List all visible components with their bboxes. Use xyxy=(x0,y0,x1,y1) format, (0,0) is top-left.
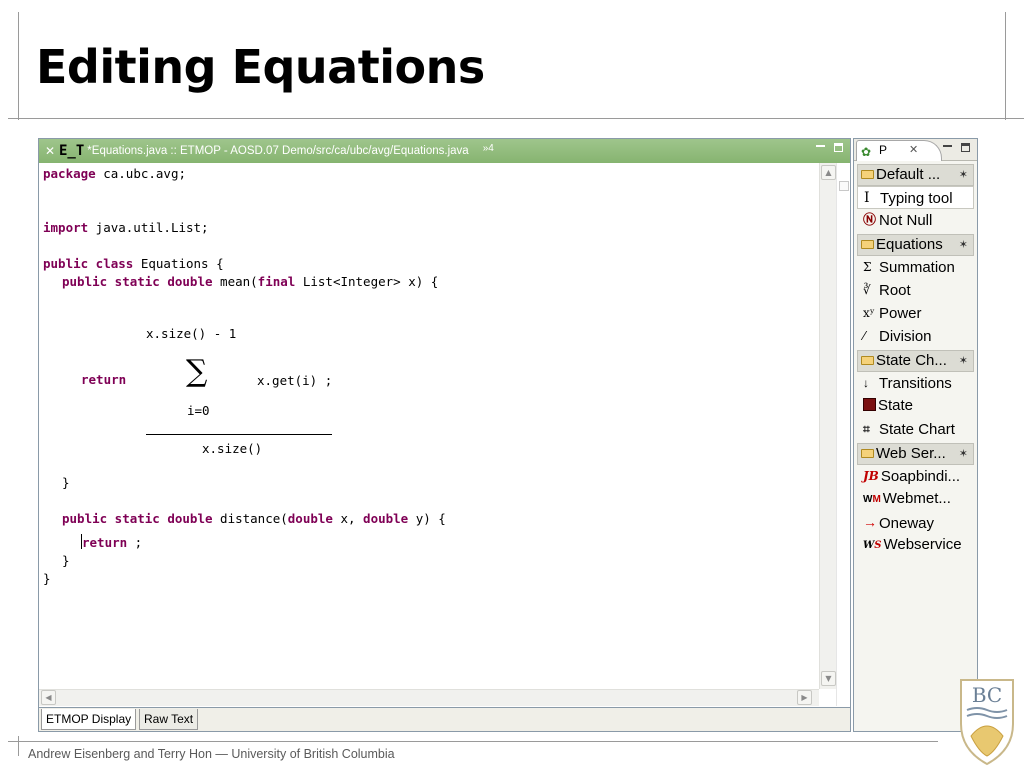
close-icon[interactable]: ✕ xyxy=(909,141,918,160)
palette-icon: ✿ xyxy=(861,145,872,159)
editor-mode-tabs: ETMOP Display Raw Text xyxy=(39,707,850,731)
code-line-distance-signature: public static double distance(double x, … xyxy=(62,511,446,526)
cursor-icon: I xyxy=(864,190,870,206)
code-line-class: public class Equations { xyxy=(43,256,224,271)
tab-etmop-display[interactable]: ETMOP Display xyxy=(41,709,137,730)
scroll-left-arrow-icon[interactable]: ◀ xyxy=(41,690,56,705)
close-icon[interactable]: ✕ xyxy=(45,144,57,158)
palette-item-webmethod[interactable]: WM Webmet... xyxy=(857,488,974,511)
palette-item-summation[interactable]: Σ Summation xyxy=(857,256,974,279)
transition-arrow-icon: ↓ xyxy=(863,376,869,390)
palette-view: ✿ P ✕ Default ... ✶ I Typing tool Ⓝ Not Nu… xyxy=(853,138,978,732)
code-area[interactable]: package ca.ubc.avg; import java.util.Lis… xyxy=(39,163,819,689)
palette-item-root[interactable]: ∛ Root xyxy=(857,279,974,302)
palette-item-typing-tool[interactable]: I Typing tool xyxy=(857,186,974,209)
maximize-icon[interactable] xyxy=(961,143,971,153)
code-line-package: package ca.ubc.avg; xyxy=(43,166,186,181)
minimize-icon[interactable] xyxy=(816,143,826,153)
drawer-label: Equations xyxy=(876,236,943,253)
editor-tab-bar: ✕ E̲T *Equations.java :: ETMOP - AOSD.07… xyxy=(39,139,850,163)
not-null-icon: Ⓝ xyxy=(863,212,877,227)
palette-item-state-chart[interactable]: ⌗ State Chart xyxy=(857,418,974,441)
scroll-right-arrow-icon[interactable]: ▶ xyxy=(797,690,812,705)
webmethod-icon: WM xyxy=(863,494,881,505)
minimize-icon[interactable] xyxy=(943,143,953,153)
frame-left-line xyxy=(18,12,19,120)
pin-icon[interactable]: ✶ xyxy=(959,351,968,371)
fraction-bar xyxy=(146,434,332,435)
pin-icon[interactable]: ✶ xyxy=(959,165,968,185)
etmop-file-icon: E̲T xyxy=(59,143,85,159)
frame-bottom-rule xyxy=(8,741,938,742)
code-line-mean-signature: public static double mean(final List<Int… xyxy=(62,274,439,289)
summand-expression[interactable]: x.get(i) ; xyxy=(257,373,332,388)
root-icon: ∛ xyxy=(863,283,871,297)
frame-right-line xyxy=(1005,12,1006,120)
folder-icon xyxy=(861,449,874,458)
return-keyword: return xyxy=(81,372,127,387)
folder-icon xyxy=(861,356,874,365)
editor-window-controls xyxy=(816,143,844,153)
division-icon: ⁄ xyxy=(863,329,866,343)
summation-icon: Σ xyxy=(863,260,872,274)
pin-icon[interactable]: ✶ xyxy=(959,444,968,464)
palette-item-transitions[interactable]: ↓ Transitions xyxy=(857,372,974,395)
slide-footer: Andrew Eisenberg and Terry Hon — Univers… xyxy=(28,747,395,761)
code-line-close-mean: } xyxy=(62,475,70,490)
horizontal-scrollbar[interactable]: ◀ ▶ xyxy=(39,689,819,706)
slide-title: Editing Equations xyxy=(36,40,485,94)
sum-lower-limit[interactable]: i=0 xyxy=(187,403,210,418)
soapbinding-icon: JB xyxy=(863,469,879,483)
drawer-label: Default ... xyxy=(876,166,941,183)
palette-item-oneway[interactable]: → Oneway xyxy=(857,511,974,534)
code-line-import: import java.util.List; xyxy=(43,220,209,235)
scroll-down-arrow-icon[interactable]: ▼ xyxy=(821,671,836,686)
palette-tab[interactable]: ✿ P ✕ xyxy=(856,140,942,161)
java-editor[interactable]: ✕ E̲T *Equations.java :: ETMOP - AOSD.07… xyxy=(38,138,851,732)
oneway-arrow-icon: → xyxy=(863,514,877,530)
vertical-scrollbar[interactable]: ▲ ▼ xyxy=(819,163,836,689)
pin-icon[interactable]: ✶ xyxy=(959,235,968,255)
palette-item-state[interactable]: State xyxy=(857,395,974,418)
state-chart-icon: ⌗ xyxy=(863,422,870,436)
logo-text: BC xyxy=(972,683,1002,707)
palette-drawer-web-services[interactable]: Web Ser... ✶ xyxy=(857,443,974,465)
palette-body: Default ... ✶ I Typing tool Ⓝ Not Null Equ… xyxy=(854,162,977,557)
drawer-label: State Ch... xyxy=(876,352,947,369)
palette-item-division[interactable]: ⁄ Division xyxy=(857,325,974,348)
fraction-denominator[interactable]: x.size() xyxy=(202,441,262,456)
overview-ruler xyxy=(836,163,850,706)
university-logo: BC xyxy=(960,679,1014,766)
scroll-up-arrow-icon[interactable]: ▲ xyxy=(821,165,836,180)
palette-window-controls xyxy=(943,143,971,153)
frame-bottom-left xyxy=(18,736,19,756)
palette-item-webservice[interactable]: WS Webservice xyxy=(857,534,974,557)
state-icon xyxy=(863,398,876,411)
drawer-label: Web Ser... xyxy=(876,445,946,462)
palette-drawer-default[interactable]: Default ... ✶ xyxy=(857,164,974,186)
summation-symbol[interactable]: ∑ xyxy=(186,357,207,387)
code-line-close-class: } xyxy=(43,571,51,586)
palette-item-power[interactable]: xʸ Power xyxy=(857,302,974,325)
palette-drawer-equations[interactable]: Equations ✶ xyxy=(857,234,974,256)
overview-ruler-mark xyxy=(839,181,849,191)
code-line-close-distance: } xyxy=(62,553,70,568)
palette-header: ✿ P ✕ xyxy=(854,139,977,161)
webservice-icon: WS xyxy=(863,540,882,551)
power-icon: xʸ xyxy=(863,306,875,320)
code-line-return: return ; xyxy=(82,535,143,550)
palette-item-not-null[interactable]: Ⓝ Not Null xyxy=(857,209,974,232)
palette-item-soapbinding[interactable]: JB Soapbindi... xyxy=(857,465,974,488)
tab-overflow-indicator[interactable]: »4 xyxy=(483,143,494,154)
sum-upper-limit[interactable]: x.size() - 1 xyxy=(146,326,236,341)
tab-raw-text[interactable]: Raw Text xyxy=(139,709,199,730)
maximize-icon[interactable] xyxy=(834,143,844,153)
folder-icon xyxy=(861,170,874,179)
frame-title-rule xyxy=(8,118,1024,119)
editor-tab-title[interactable]: *Equations.java :: ETMOP - AOSD.07 Demo/… xyxy=(87,145,468,157)
folder-icon xyxy=(861,240,874,249)
palette-tab-label: P xyxy=(879,143,888,157)
palette-drawer-state-chart[interactable]: State Ch... ✶ xyxy=(857,350,974,372)
